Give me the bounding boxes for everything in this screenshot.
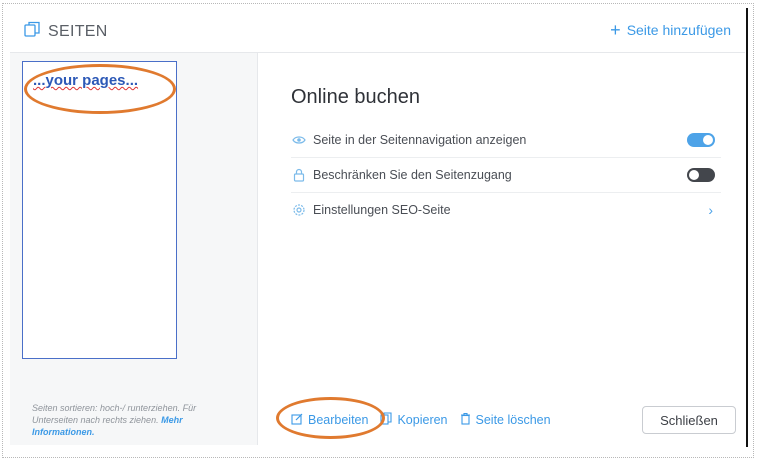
plus-icon: + [610,20,621,40]
close-button[interactable]: Schließen [642,406,736,434]
panel-title-text: SEITEN [48,22,108,40]
panel-title: SEITEN [24,21,108,42]
pages-panel: SEITEN + Seite hinzufügen ...your pages.… [10,10,745,445]
pages-icon [24,21,40,42]
add-page-button[interactable]: + Seite hinzufügen [610,20,731,40]
show-in-nav-toggle[interactable] [687,133,715,147]
sort-hint: Seiten sortieren: hoch-/ runterziehen. F… [32,402,242,438]
restrict-access-toggle[interactable] [687,168,715,182]
delete-page-label: Seite löschen [475,413,551,427]
toggle-knob [703,135,713,145]
setting-restrict-access[interactable]: Beschränken Sie den Seitenzugang [291,158,721,193]
page-title: Online buchen [291,86,420,108]
setting-label: Seite in der Seitennavigation anzeigen [313,133,527,147]
setting-seo[interactable]: Einstellungen SEO-Seite › [291,193,721,227]
highlight-oval-edit [276,397,385,439]
setting-label: Beschränken Sie den Seitenzugang [313,168,512,182]
add-page-label: Seite hinzufügen [626,22,731,38]
copy-label: Kopieren [397,413,448,427]
highlight-oval-pages [24,64,176,114]
trash-icon [460,412,471,428]
setting-show-in-nav[interactable]: Seite in der Seitennavigation anzeigen [291,123,721,158]
panel-header: SEITEN + Seite hinzufügen [10,10,745,53]
chevron-right-icon[interactable]: › [708,202,713,218]
lock-icon [291,167,307,183]
page-settings: Online buchen Seite in der Seitennavigat… [291,53,736,445]
copy-button[interactable]: Kopieren [380,412,448,428]
delete-page-button[interactable]: Seite löschen [460,412,551,428]
eye-icon [291,132,307,148]
toggle-knob [689,170,699,180]
right-edge-line [746,8,748,447]
page-list-sidebar: ...your pages... Seiten sortieren: hoch-… [10,53,258,445]
setting-label: Einstellungen SEO-Seite [313,203,451,217]
gear-icon [291,202,307,218]
